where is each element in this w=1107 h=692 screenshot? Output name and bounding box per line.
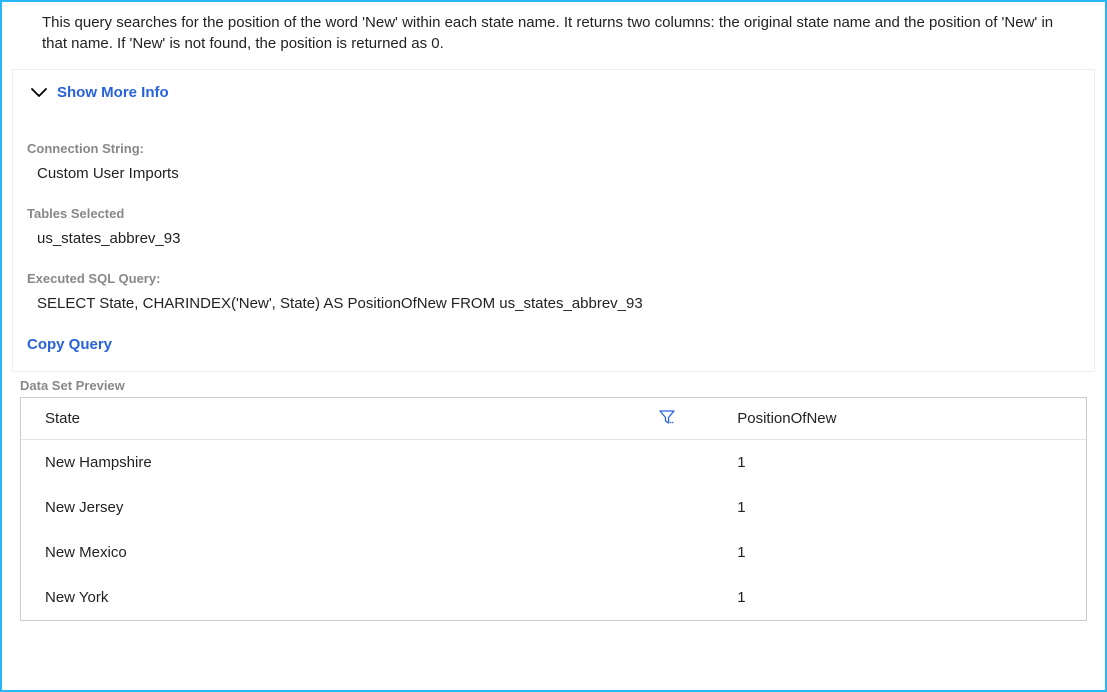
cell-position: 1 — [713, 440, 1086, 486]
cell-state: New Mexico — [21, 530, 713, 575]
data-set-preview-label: Data Set Preview — [12, 372, 1095, 397]
executed-query-value: SELECT State, CHARINDEX('New', State) AS… — [13, 292, 1094, 328]
cell-state: New Hampshire — [21, 440, 713, 486]
column-header-position-label: PositionOfNew — [737, 410, 836, 427]
tables-selected-value: us_states_abbrev_93 — [13, 227, 1094, 263]
column-header-state[interactable]: State — [21, 398, 713, 440]
column-header-state-label: State — [45, 410, 80, 427]
cell-position: 1 — [713, 575, 1086, 620]
preview-table-wrapper: State PositionOfNew — [20, 397, 1087, 621]
show-more-label: Show More Info — [57, 84, 169, 101]
cell-position: 1 — [713, 530, 1086, 575]
executed-query-label: Executed SQL Query: — [13, 263, 1094, 292]
table-header-row: State PositionOfNew — [21, 398, 1086, 440]
table-row: New Mexico 1 — [21, 530, 1086, 575]
filter-icon[interactable] — [659, 409, 675, 429]
cell-state: New Jersey — [21, 485, 713, 530]
tables-selected-label: Tables Selected — [13, 198, 1094, 227]
connection-string-value: Custom User Imports — [13, 162, 1094, 198]
query-description: This query searches for the position of … — [12, 12, 1095, 69]
preview-table: State PositionOfNew — [21, 398, 1086, 620]
cell-state: New York — [21, 575, 713, 620]
table-row: New York 1 — [21, 575, 1086, 620]
info-panel: Show More Info Connection String: Custom… — [12, 69, 1095, 372]
cell-position: 1 — [713, 485, 1086, 530]
table-row: New Jersey 1 — [21, 485, 1086, 530]
chevron-down-icon — [31, 85, 47, 103]
connection-string-label: Connection String: — [13, 133, 1094, 162]
copy-query-button[interactable]: Copy Query — [13, 328, 1094, 371]
column-header-position[interactable]: PositionOfNew — [713, 398, 1086, 440]
show-more-info-toggle[interactable]: Show More Info — [13, 70, 1094, 133]
table-row: New Hampshire 1 — [21, 440, 1086, 486]
